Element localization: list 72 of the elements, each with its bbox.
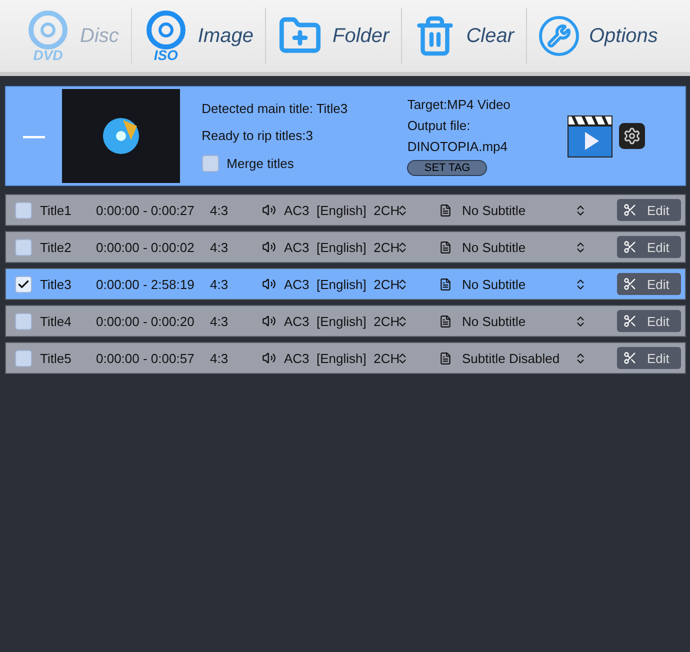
time-range: 0:00:00 - 0:00:57 bbox=[96, 350, 196, 366]
toolbar-button[interactable]: Clear bbox=[414, 8, 527, 64]
subtitle-track: No Subtitle bbox=[462, 276, 527, 292]
speaker-icon bbox=[262, 203, 276, 217]
subtitle-icon bbox=[439, 352, 452, 364]
disc-icon bbox=[144, 10, 188, 50]
merge-titles-checkbox[interactable]: Merge titles bbox=[202, 154, 386, 172]
target-text: Target:MP4 Video bbox=[407, 96, 512, 112]
aspect-ratio: 4:3 bbox=[210, 202, 230, 218]
toolbar-button[interactable]: Options bbox=[538, 8, 670, 64]
speaker-icon bbox=[262, 240, 276, 254]
edit-button[interactable]: Edit bbox=[617, 236, 681, 258]
subtitle-icon bbox=[439, 240, 452, 254]
detected-title-text: Detected main title: Title3 bbox=[202, 100, 349, 116]
set-tag-button[interactable]: SET TAG bbox=[407, 160, 488, 176]
edit-button[interactable]: Edit bbox=[617, 199, 681, 221]
checkbox[interactable] bbox=[14, 276, 32, 292]
checkbox[interactable] bbox=[14, 312, 32, 330]
edit-button[interactable]: Edit bbox=[617, 347, 681, 369]
title-name: Title3 bbox=[40, 276, 72, 292]
time-range: 0:00:00 - 0:00:20 bbox=[96, 314, 196, 328]
scissors-icon bbox=[623, 203, 637, 217]
output-label: Output file: bbox=[407, 118, 472, 132]
scissors-icon bbox=[623, 277, 637, 291]
time-range: 0:00:00 - 2:58:19 bbox=[96, 276, 196, 292]
checkbox[interactable] bbox=[14, 238, 32, 256]
title-row[interactable]: Title2 0:00:00 - 0:00:02 4:3 AC3 [English] 2CH No Subtitle Edit bbox=[5, 231, 686, 263]
subtitle-track: No Subtitle bbox=[462, 202, 527, 218]
subtitle-track: No Subtitle bbox=[462, 240, 527, 254]
disc-icon bbox=[26, 10, 70, 50]
title-name: Title5 bbox=[40, 350, 72, 366]
disc-label: DVD bbox=[33, 48, 63, 62]
title-name: Title1 bbox=[40, 202, 72, 218]
aspect-ratio: 4:3 bbox=[210, 240, 230, 254]
scissors-icon bbox=[623, 351, 637, 365]
title-row[interactable]: Title3 0:00:00 - 2:58:19 4:3 AC3 [English] 2CH No Subtitle Edit bbox=[5, 268, 686, 300]
settings-icon bbox=[623, 127, 641, 145]
scissors-icon bbox=[623, 240, 637, 254]
aspect-ratio: 4:3 bbox=[210, 350, 230, 366]
title-name: Title4 bbox=[40, 314, 72, 328]
time-range: 0:00:00 - 0:00:02 bbox=[96, 240, 196, 254]
subtitle-icon bbox=[439, 278, 452, 290]
subtitle-track: Subtitle Disabled bbox=[462, 350, 561, 366]
subtitle-icon bbox=[439, 314, 452, 328]
toolbar-button[interactable]: Folder bbox=[278, 8, 402, 64]
wrench-icon bbox=[546, 24, 571, 48]
output-filename: DINOTOPIA.mp4 bbox=[407, 138, 508, 154]
settings-button[interactable] bbox=[619, 123, 645, 149]
edit-button[interactable]: Edit bbox=[617, 310, 681, 332]
aspect-ratio: 4:3 bbox=[210, 314, 230, 328]
check-icon bbox=[16, 278, 30, 290]
edit-button[interactable]: Edit bbox=[617, 273, 681, 295]
speaker-icon bbox=[262, 314, 276, 328]
checkbox[interactable] bbox=[202, 154, 219, 172]
clapperboard-play-icon[interactable] bbox=[567, 114, 613, 158]
ready-titles-text: Ready to rip titles:3 bbox=[202, 128, 314, 142]
title-row[interactable]: Title4 0:00:00 - 0:00:20 4:3 AC3 [English] 2CH No Subtitle Edit bbox=[5, 305, 686, 337]
disc-label: ISO bbox=[154, 48, 178, 62]
toolbar-button[interactable]: ISO Image bbox=[144, 8, 266, 64]
checkbox[interactable] bbox=[14, 350, 32, 366]
speaker-icon bbox=[262, 351, 276, 365]
subtitle-track: No Subtitle bbox=[462, 314, 527, 328]
time-range: 0:00:00 - 0:00:27 bbox=[96, 202, 196, 218]
aspect-ratio: 4:3 bbox=[210, 276, 230, 292]
speaker-icon bbox=[262, 277, 276, 291]
subtitle-icon bbox=[439, 204, 452, 216]
title-row[interactable]: Title5 0:00:00 - 0:00:57 4:3 AC3 [English] 2CH Subtitle Disabled Edit bbox=[5, 342, 686, 374]
title-name: Title2 bbox=[40, 240, 72, 254]
scissors-icon bbox=[623, 314, 637, 328]
disc-icon bbox=[100, 116, 141, 156]
checkbox[interactable] bbox=[14, 202, 32, 218]
title-row[interactable]: Title1 0:00:00 - 0:00:27 4:3 AC3 [English] 2CH No Subtitle Edit bbox=[5, 194, 686, 226]
